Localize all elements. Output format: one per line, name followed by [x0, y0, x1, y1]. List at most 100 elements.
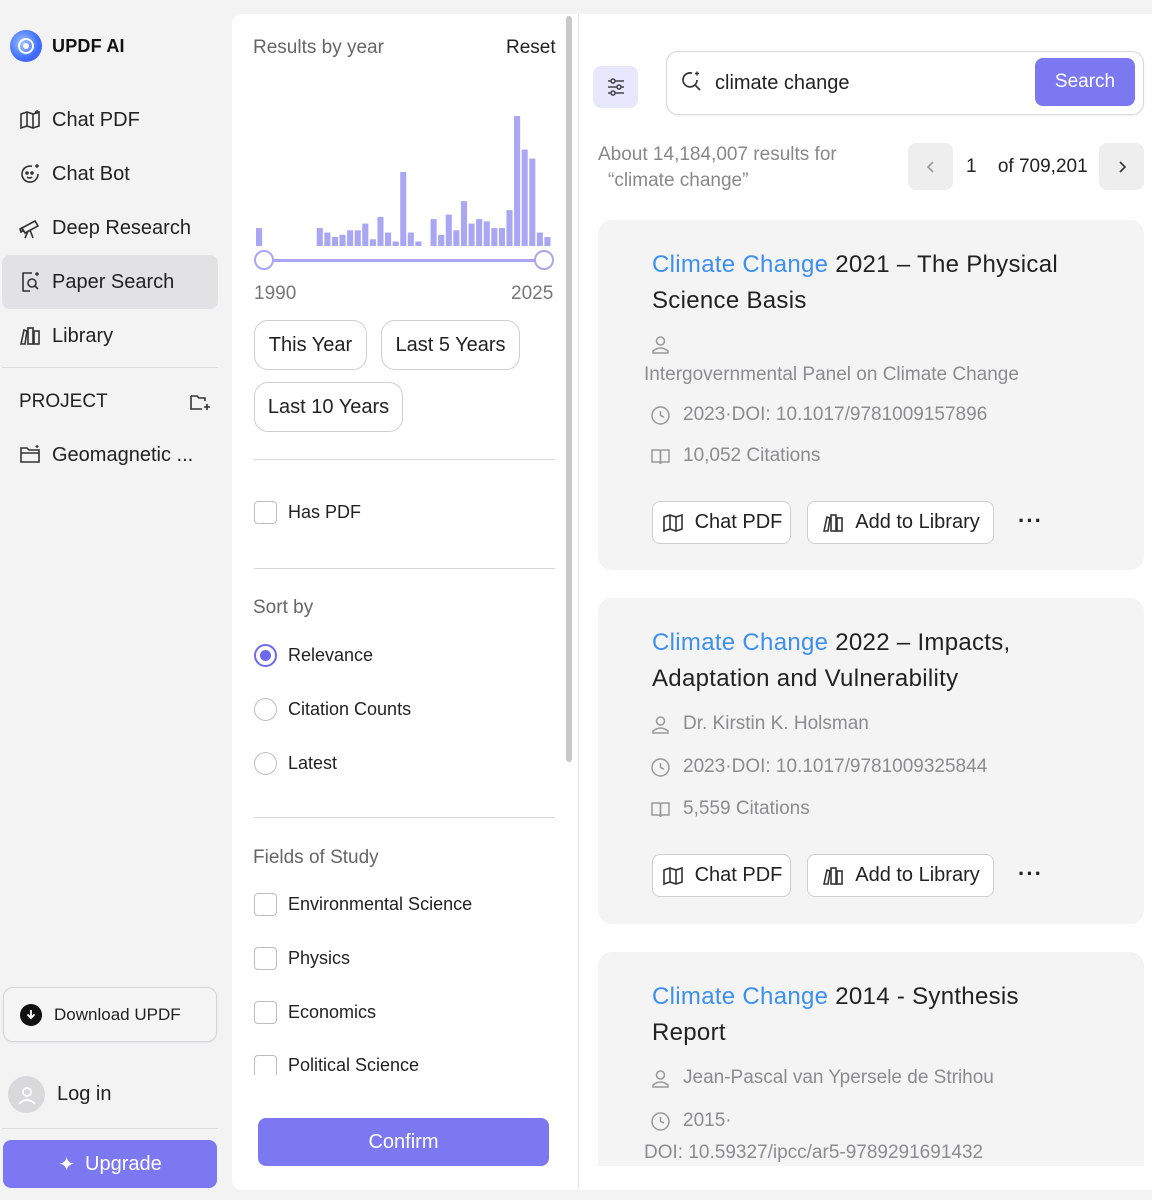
checkbox-box[interactable]: [254, 947, 277, 970]
title-line2: Science Basis: [652, 287, 807, 314]
radio-button[interactable]: [254, 698, 277, 721]
has-pdf-checkbox[interactable]: Has PDF: [254, 501, 361, 524]
histogram-bar: [354, 230, 361, 246]
radio-button[interactable]: [254, 752, 277, 775]
chevron-right-icon: [1118, 160, 1126, 173]
search-button[interactable]: Search: [1035, 58, 1135, 106]
result-title[interactable]: Climate Change 2014 - Synthesis Report: [652, 979, 1019, 1051]
histogram-bar: [521, 149, 528, 246]
field-label: Environmental Science: [288, 894, 473, 914]
sidebar-item-label: Library: [52, 324, 114, 347]
title-highlight: Climate Change: [652, 251, 829, 278]
reset-button[interactable]: Reset: [506, 37, 556, 59]
chip-last-5-years[interactable]: Last 5 Years: [381, 320, 520, 370]
add-to-library-button[interactable]: Add to Library: [807, 854, 994, 897]
year-max-label: 2025: [511, 283, 554, 304]
sidebar-item-chat-pdf[interactable]: Chat PDF: [2, 93, 218, 147]
login-button[interactable]: Log in: [8, 1076, 112, 1113]
sort-latest-radio[interactable]: Latest: [254, 752, 337, 775]
histogram-bar: [498, 228, 505, 246]
citations-text: 5,559 Citations: [683, 798, 810, 819]
sort-option-label: Latest: [288, 753, 338, 773]
has-pdf-label: Has PDF: [288, 502, 362, 522]
chat-pdf-button[interactable]: Chat PDF: [652, 501, 791, 544]
result-title[interactable]: Climate Change 2021 – The Physical Scien…: [652, 247, 1058, 319]
year-range-max-handle[interactable]: [534, 250, 554, 270]
checkbox-box[interactable]: [254, 1001, 277, 1024]
chip-last-10-years[interactable]: Last 10 Years: [254, 382, 403, 432]
checkbox-box[interactable]: [254, 1055, 277, 1075]
histogram-bar: [256, 228, 263, 246]
histogram-bar: [385, 232, 392, 246]
year-min-label: 1990: [254, 283, 297, 304]
library-icon: [823, 513, 844, 532]
radio-button[interactable]: [254, 644, 277, 667]
chat-pdf-button[interactable]: Chat PDF: [652, 854, 791, 897]
title-line2: Adaptation and Vulnerability: [652, 665, 959, 692]
result-author: Dr. Kirstin K. Holsman: [650, 713, 869, 735]
sidebar-item-chat-bot[interactable]: Chat Bot: [2, 147, 218, 201]
field-economics-checkbox[interactable]: Economics: [254, 1001, 376, 1024]
author-icon: [652, 715, 669, 734]
histogram-bar: [316, 228, 323, 246]
result-card[interactable]: Climate Change 2022 – Impacts, Adaptatio…: [598, 598, 1144, 924]
sidebar-divider: [2, 367, 218, 368]
field-label: Political Science: [288, 1055, 420, 1075]
brand[interactable]: UPDF AI: [10, 30, 125, 62]
field-physics-checkbox[interactable]: Physics: [254, 947, 350, 970]
new-folder-icon[interactable]: [188, 390, 212, 414]
sidebar-item-deep-research[interactable]: Deep Research: [2, 201, 218, 255]
sort-option-label: Relevance: [288, 645, 374, 665]
histogram-bar: [476, 219, 483, 246]
checkbox-box[interactable]: [254, 501, 277, 524]
add-to-library-button[interactable]: Add to Library: [807, 501, 994, 544]
folder-icon: [20, 445, 40, 463]
histogram-bar: [483, 221, 490, 246]
download-icon: [20, 1003, 42, 1026]
more-options-button[interactable]: ···: [1018, 861, 1043, 887]
chat-bot-icon: [21, 164, 39, 183]
confirm-button[interactable]: Confirm: [258, 1118, 549, 1166]
project-header: PROJECT: [19, 390, 212, 414]
histogram-bar: [415, 241, 422, 246]
result-card[interactable]: Climate Change 2021 – The Physical Scien…: [598, 220, 1144, 570]
histogram-bar: [514, 116, 521, 246]
field-environmental-science-checkbox[interactable]: Environmental Science: [254, 893, 472, 916]
upgrade-button[interactable]: ✦ Upgrade: [3, 1140, 217, 1188]
sort-relevance-radio[interactable]: Relevance: [254, 644, 373, 667]
field-political-science-checkbox[interactable]: Political Science: [254, 1055, 419, 1075]
sidebar-item-paper-search[interactable]: Paper Search: [2, 255, 218, 309]
histogram-bar: [529, 158, 536, 246]
sidebar-item-label: Chat PDF: [52, 108, 140, 131]
filter-divider: [254, 568, 555, 569]
results-count-query: “climate change”: [608, 170, 749, 191]
title-rest: 2021 – The Physical: [828, 251, 1058, 278]
filter-toggle-button[interactable]: [593, 66, 638, 108]
project-item-geomagnetic[interactable]: Geomagnetic ...: [18, 443, 193, 467]
search-input[interactable]: [715, 69, 1015, 97]
result-title[interactable]: Climate Change 2022 – Impacts, Adaptatio…: [652, 625, 1011, 697]
prev-page-button[interactable]: [908, 143, 953, 190]
more-options-button[interactable]: ···: [1018, 508, 1043, 534]
page-current: 1: [966, 156, 977, 177]
year-range-min-handle[interactable]: [254, 250, 274, 270]
title-highlight: Climate Change: [652, 983, 829, 1010]
chip-this-year[interactable]: This Year: [254, 320, 367, 370]
sidebar-item-library[interactable]: Library: [2, 309, 218, 363]
doi-text: DOI: 10.59327/ipcc/ar5-9789291691432: [644, 1142, 984, 1163]
chat-pdf-icon: [662, 513, 683, 532]
project-label: PROJECT: [19, 391, 108, 412]
sidebar: UPDF AI Chat PDF Chat Bot Deep Research …: [0, 0, 232, 1200]
download-updf-button[interactable]: Download UPDF: [3, 987, 217, 1042]
result-card[interactable]: Climate Change 2014 - Synthesis Report J…: [598, 952, 1144, 1166]
sort-citation-counts-radio[interactable]: Citation Counts: [254, 698, 411, 721]
histogram-bar: [468, 223, 475, 246]
histogram-bar: [491, 228, 498, 246]
checkbox-box[interactable]: [254, 893, 277, 916]
app-window: UPDF AI Chat PDF Chat Bot Deep Research …: [0, 0, 1152, 1200]
book-icon: [651, 801, 670, 817]
next-page-button[interactable]: [1099, 143, 1144, 190]
download-label: Download UPDF: [54, 1004, 181, 1024]
filter-scrollbar[interactable]: [566, 16, 572, 762]
histogram-bar: [438, 234, 445, 246]
